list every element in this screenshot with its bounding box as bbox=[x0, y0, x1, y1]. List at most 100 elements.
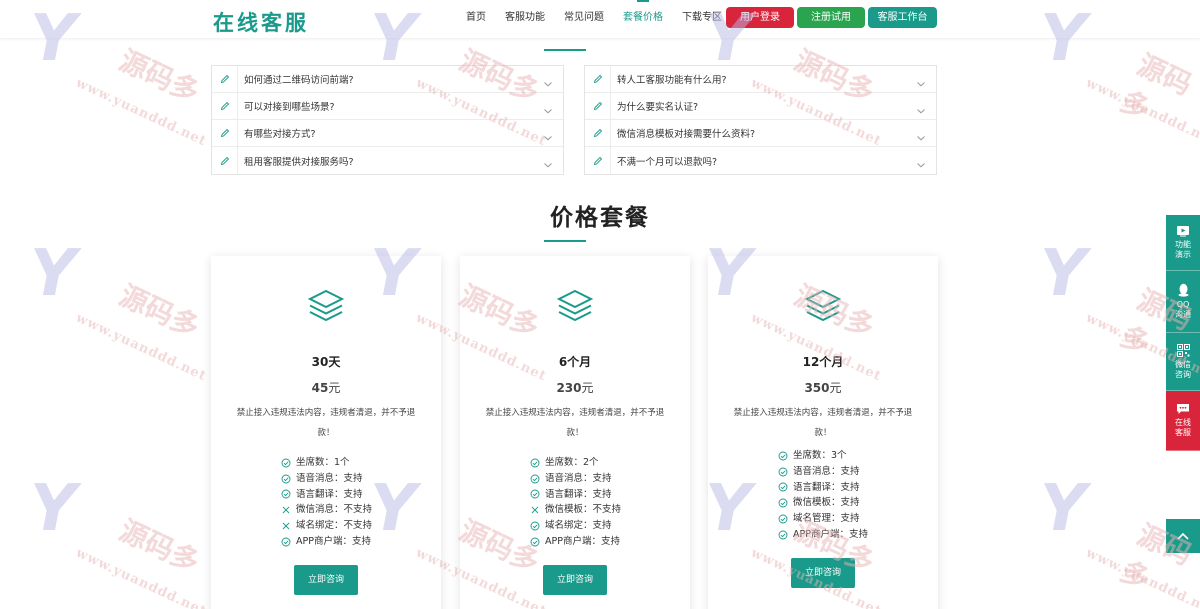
price-amount: 230 bbox=[556, 381, 582, 395]
qq-chat-button[interactable]: QQ 沟通 bbox=[1166, 271, 1200, 333]
plan-feature: APP商户端：支持 bbox=[281, 534, 372, 550]
chevron-down-icon[interactable] bbox=[543, 155, 553, 168]
plan-feature: APP商户端：支持 bbox=[778, 527, 868, 543]
cross-icon bbox=[281, 521, 291, 531]
feature-text: APP商户端：支持 bbox=[545, 535, 620, 547]
wechat-consult-button[interactable]: 微信 咨询 bbox=[1166, 333, 1200, 391]
faq-item[interactable]: 为什么要实名认证? bbox=[585, 92, 936, 120]
online-service-button[interactable]: 在线 客服 bbox=[1166, 391, 1200, 451]
faq-item[interactable]: 转人工客服功能有什么用? bbox=[585, 65, 936, 93]
price-amount: 350 bbox=[804, 381, 830, 395]
nav-pricing[interactable]: 套餐价格 bbox=[623, 0, 663, 36]
feature-text: 域名绑定：支持 bbox=[545, 520, 612, 532]
plan-price: 45元 bbox=[211, 379, 441, 396]
plan-feature: 语音消息：支持 bbox=[778, 464, 868, 480]
check-circle-icon bbox=[778, 482, 788, 492]
consult-button[interactable]: 立即咨询 bbox=[543, 565, 607, 595]
chevron-down-icon[interactable] bbox=[916, 128, 926, 141]
price-amount: 45 bbox=[311, 381, 329, 395]
consult-button[interactable]: 立即咨询 bbox=[791, 558, 855, 588]
check-circle-icon bbox=[530, 458, 540, 468]
watermark-url: www.yuanddd.net bbox=[73, 75, 209, 150]
video-icon bbox=[1177, 226, 1189, 237]
faq-question: 有哪些对接方式? bbox=[244, 129, 316, 140]
plan-feature: 微信模板：不支持 bbox=[530, 502, 621, 518]
plan-feature: 坐席数：2个 bbox=[530, 455, 621, 471]
pencil-icon bbox=[212, 119, 238, 147]
check-circle-icon bbox=[530, 521, 540, 531]
check-circle-icon bbox=[281, 489, 291, 499]
watermark-logo: Y bbox=[30, 472, 77, 546]
price-unit: 元 bbox=[581, 381, 594, 395]
layers-icon bbox=[307, 288, 345, 326]
feature-demo-button[interactable]: 功能 演示 bbox=[1166, 215, 1200, 271]
plan-note: 禁止接入违规违法内容，违规者清退，并不予退款！ bbox=[236, 408, 416, 438]
watermark-url: www.yuanddd.net bbox=[1083, 545, 1200, 609]
chat-icon bbox=[1177, 404, 1189, 414]
pencil-icon bbox=[212, 147, 238, 174]
nav-download[interactable]: 下载专区 bbox=[682, 0, 722, 36]
qrcode-icon bbox=[1176, 343, 1190, 357]
watermark-logo: Y bbox=[1040, 237, 1087, 311]
faq-question: 可以对接到哪些场景? bbox=[244, 102, 335, 113]
faq-item[interactable]: 微信消息模板对接需要什么资料? bbox=[585, 119, 936, 147]
qq-icon bbox=[1178, 283, 1188, 297]
watermark-url: www.yuanddd.net bbox=[73, 545, 209, 609]
watermark-logo: Y bbox=[1040, 472, 1087, 546]
plan-note: 禁止接入违规违法内容，违规者清退，并不予退款！ bbox=[485, 408, 665, 438]
feature-text: 坐席数：2个 bbox=[545, 457, 599, 468]
register-trial-button[interactable]: 注册试用 bbox=[797, 7, 865, 28]
site-logo[interactable]: 在线客服 bbox=[213, 7, 309, 37]
plan-feature: 域名管理：支持 bbox=[778, 511, 868, 527]
plan-duration: 6个月 bbox=[558, 355, 592, 369]
feature-text: 语音消息：支持 bbox=[545, 472, 612, 484]
faq-right-column: 转人工客服功能有什么用? 为什么要实名认证? 微信消息模板对接需要什么资料? 不满一个… bbox=[584, 65, 937, 175]
nav-home[interactable]: 首页 bbox=[466, 0, 486, 36]
plan-duration: 30天 bbox=[311, 355, 341, 369]
pencil-icon bbox=[585, 92, 611, 120]
plan-price: 350元 bbox=[708, 379, 938, 396]
nav-faq[interactable]: 常见问题 bbox=[564, 0, 604, 36]
price-unit: 元 bbox=[829, 381, 842, 395]
login-button[interactable]: 用户登录 bbox=[726, 7, 794, 28]
plan-note: 禁止接入违规违法内容，违规者清退，并不予退款！ bbox=[733, 408, 913, 438]
faq-item[interactable]: 不满一个月可以退款吗? bbox=[585, 147, 936, 174]
feature-text: 坐席数：1个 bbox=[296, 457, 350, 468]
check-circle-icon bbox=[530, 537, 540, 547]
feature-text: APP商户端：支持 bbox=[296, 535, 371, 547]
plan-duration: 12个月 bbox=[802, 355, 844, 369]
pencil-icon bbox=[212, 92, 238, 120]
faq-question: 微信消息模板对接需要什么资料? bbox=[617, 129, 756, 140]
faq-left-column: 如何通过二维码访问前端? 可以对接到哪些场景? 有哪些对接方式? 租用客服提供对接服务… bbox=[211, 65, 564, 175]
check-circle-icon bbox=[778, 530, 788, 540]
float-label-wechat: 微信 咨询 bbox=[1175, 359, 1191, 379]
chevron-down-icon[interactable] bbox=[543, 128, 553, 141]
service-desk-button[interactable]: 客服工作台 bbox=[868, 7, 937, 28]
chevron-down-icon[interactable] bbox=[916, 155, 926, 168]
watermark-brand: 源码多 bbox=[114, 278, 205, 345]
feature-text: APP商户端：支持 bbox=[793, 528, 868, 540]
consult-button[interactable]: 立即咨询 bbox=[294, 565, 358, 595]
main-nav: 首页 客服功能 常见问题 套餐价格 下载专区 bbox=[466, 0, 741, 36]
chevron-down-icon[interactable] bbox=[916, 101, 926, 114]
faq-question: 转人工客服功能有什么用? bbox=[617, 75, 727, 86]
back-to-top-button[interactable] bbox=[1166, 519, 1200, 553]
plan-feature: 语音消息：支持 bbox=[281, 471, 372, 487]
faq-item[interactable]: 有哪些对接方式? bbox=[212, 119, 563, 147]
faq-question: 租用客服提供对接服务吗? bbox=[244, 156, 354, 168]
faq-item[interactable]: 如何通过二维码访问前端? bbox=[212, 65, 563, 93]
watermark-brand: 源码多 bbox=[114, 43, 205, 110]
pencil-icon bbox=[585, 119, 611, 147]
check-circle-icon bbox=[530, 474, 540, 484]
chevron-down-icon[interactable] bbox=[543, 74, 553, 87]
faq-item[interactable]: 可以对接到哪些场景? bbox=[212, 92, 563, 120]
nav-features[interactable]: 客服功能 bbox=[505, 0, 545, 36]
feature-text: 语言翻译：支持 bbox=[545, 488, 612, 500]
pencil-icon bbox=[585, 65, 611, 93]
chevron-down-icon[interactable] bbox=[916, 74, 926, 87]
faq-item[interactable]: 租用客服提供对接服务吗? bbox=[212, 147, 563, 174]
section-divider bbox=[544, 49, 586, 51]
pricing-card: 12个月 350元 禁止接入违规违法内容，违规者清退，并不予退款！ 坐席数：3个 语音消… bbox=[708, 256, 938, 609]
chevron-down-icon[interactable] bbox=[543, 101, 553, 114]
check-circle-icon bbox=[778, 514, 788, 524]
